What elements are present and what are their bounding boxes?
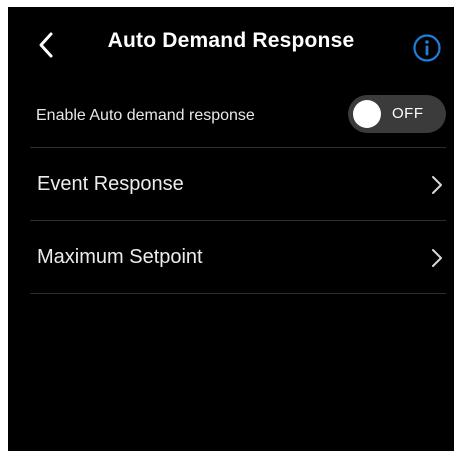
app-screen: Auto Demand Response Enable Auto demand …: [8, 7, 454, 451]
header: Auto Demand Response: [8, 7, 454, 79]
event-response-label: Event Response: [37, 172, 184, 195]
page-title: Auto Demand Response: [107, 29, 355, 52]
enable-auto-demand-row: Enable Auto demand response OFF: [30, 85, 446, 148]
back-button[interactable]: [28, 27, 64, 63]
chevron-right-icon: [432, 176, 442, 194]
maximum-setpoint-item[interactable]: Maximum Setpoint: [30, 221, 446, 294]
maximum-setpoint-label: Maximum Setpoint: [37, 245, 203, 268]
auto-demand-toggle[interactable]: OFF: [348, 95, 446, 133]
enable-auto-demand-label: Enable Auto demand response: [36, 107, 255, 124]
event-response-item[interactable]: Event Response: [30, 148, 446, 221]
toggle-knob: [353, 100, 381, 128]
chevron-right-icon: [432, 249, 442, 267]
chevron-left-icon: [39, 32, 53, 58]
info-button[interactable]: [411, 32, 443, 64]
info-icon: [413, 34, 441, 62]
toggle-state-label: OFF: [392, 105, 424, 122]
